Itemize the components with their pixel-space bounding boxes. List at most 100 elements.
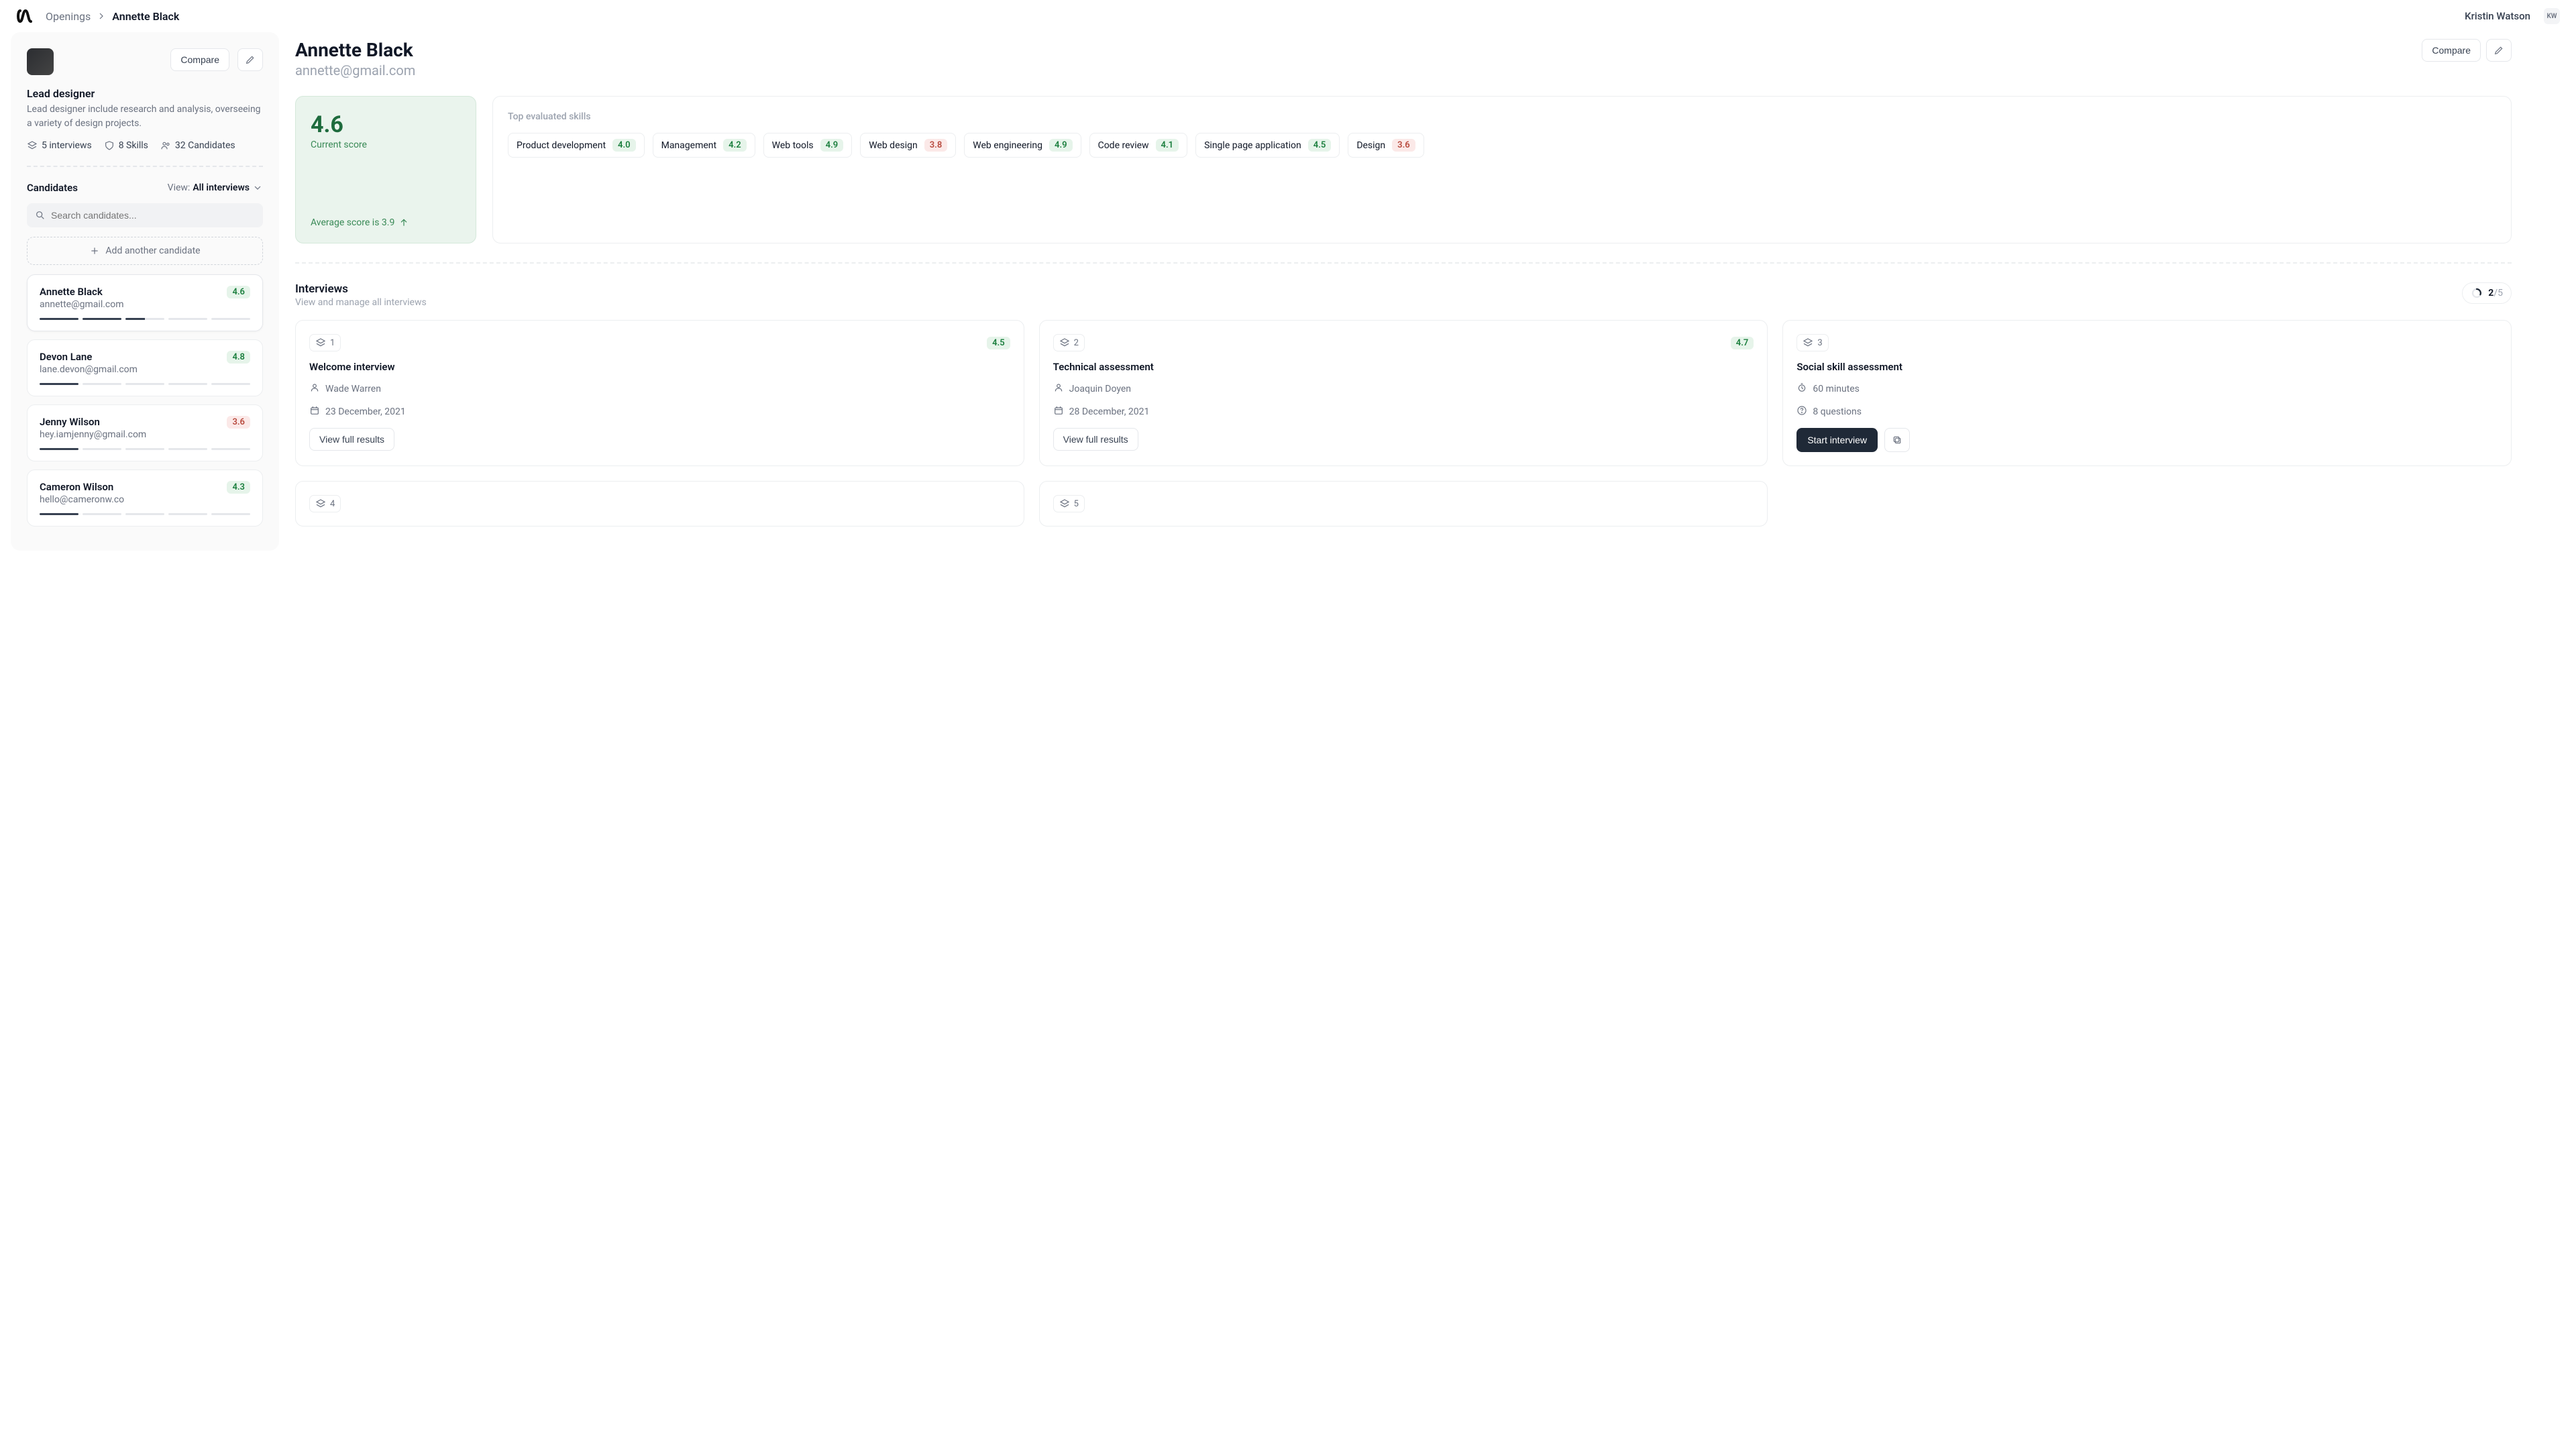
view-results-button[interactable]: View full results (1053, 428, 1138, 451)
role-description: Lead designer include research and analy… (27, 103, 263, 131)
search-input[interactable] (51, 210, 255, 221)
chevron-right-icon (96, 11, 107, 21)
user-icon (1053, 382, 1064, 396)
interview-meta-2: 28 December, 2021 (1053, 405, 1754, 419)
candidate-name: Cameron Wilson (40, 481, 124, 493)
pencil-icon (245, 54, 256, 65)
candidate-card[interactable]: Cameron Wilsonhello@cameronw.co 4.3 (27, 470, 263, 527)
skill-label: Design (1356, 140, 1385, 151)
interview-meta-2: 23 December, 2021 (309, 405, 1010, 419)
progress-ring-icon (2471, 287, 2483, 299)
stat-skills: 8 Skills (104, 140, 148, 151)
breadcrumb: Openings Annette Black (46, 10, 179, 23)
score-card: 4.6 Current score Average score is 3.9 (295, 96, 476, 243)
interview-number: 5 (1053, 495, 1085, 512)
score-badge: 4.9 (820, 139, 844, 152)
add-candidate-button[interactable]: Add another candidate (27, 237, 263, 265)
candidate-email: annette@gmail.com (40, 299, 124, 310)
candidate-email: hey.iamjenny@gmail.com (40, 429, 146, 440)
candidate-card[interactable]: Jenny Wilsonhey.iamjenny@gmail.com3.6 (27, 404, 263, 461)
pencil-icon (2493, 45, 2504, 56)
chevron-down-icon (252, 182, 263, 193)
page-title: Annette Black (295, 39, 415, 61)
skill-chip[interactable]: Design 3.6 (1348, 133, 1424, 158)
progress-bars (40, 513, 250, 515)
shield-icon (104, 140, 115, 151)
interview-number: 4 (309, 495, 341, 512)
current-user-name[interactable]: Kristin Watson (2465, 10, 2530, 22)
user-icon (309, 382, 320, 396)
score-badge: 3.6 (1392, 139, 1415, 152)
candidate-card[interactable]: Annette Blackannette@gmail.com4.6 (27, 274, 263, 331)
skill-chip[interactable]: Web engineering4.9 (964, 133, 1081, 158)
sidebar: Compare Lead designer Lead designer incl… (11, 32, 279, 551)
interviews-heading: Interviews (295, 282, 427, 296)
skill-chip[interactable]: Code review4.1 (1089, 133, 1188, 158)
progress-bars (40, 448, 250, 450)
average-score-label: Average score is 3.9 (311, 217, 461, 228)
role-title: Lead designer (27, 87, 263, 100)
breadcrumb-root[interactable]: Openings (46, 10, 91, 23)
search-candidates[interactable] (27, 203, 263, 227)
candidate-name: Annette Black (40, 286, 124, 298)
candidate-email: hello@cameronw.co (40, 494, 124, 505)
interview-number: 3 (1796, 334, 1828, 351)
current-score-value: 4.6 (311, 111, 461, 138)
start-interview-button[interactable]: Start interview (1796, 428, 1878, 452)
candidates-heading: Candidates (27, 182, 78, 194)
skill-chip[interactable]: Web tools 4.9 (763, 133, 853, 158)
avatar[interactable]: KW (2544, 8, 2560, 24)
candidate-email: annette@gmail.com (295, 62, 415, 78)
interviews-subtitle: View and manage all interviews (295, 297, 427, 308)
interview-title: Welcome interview (309, 361, 1010, 373)
current-score-label: Current score (311, 140, 461, 150)
clock-icon (1796, 382, 1807, 396)
skill-label: Web tools (772, 140, 814, 151)
edit-button[interactable] (237, 48, 263, 71)
progress-bars (40, 318, 250, 320)
compare-button[interactable]: Compare (170, 48, 229, 71)
skill-label: Single page application (1204, 140, 1301, 151)
score-badge: 4.9 (1049, 139, 1073, 152)
breadcrumb-current: Annette Black (112, 10, 179, 23)
interview-card: 4 (295, 481, 1024, 527)
interview-number: 1 (309, 334, 341, 351)
skill-chip[interactable]: Management4.2 (653, 133, 755, 158)
score-badge: 4.7 (1731, 337, 1754, 349)
view-results-button[interactable]: View full results (309, 428, 394, 451)
plus-icon (89, 245, 100, 256)
score-badge: 4.8 (227, 351, 250, 364)
skills-heading: Top evaluated skills (508, 111, 2496, 122)
skill-label: Management (661, 140, 716, 151)
skill-label: Code review (1098, 140, 1149, 151)
interview-number: 2 (1053, 334, 1085, 351)
arrow-up-icon (398, 217, 409, 228)
candidate-email: lane.devon@gmail.com (40, 364, 138, 375)
help-icon (1796, 405, 1807, 419)
interview-card: 1 4.5 Welcome interview Wade Warren 23 Decem… (295, 320, 1024, 466)
interview-progress: 2/5 (2462, 282, 2512, 304)
skill-chip[interactable]: Single page application4.5 (1195, 133, 1340, 158)
score-badge: 4.0 (612, 139, 636, 152)
skill-label: Web design (869, 140, 918, 151)
view-filter[interactable]: View: All interviews (168, 182, 263, 193)
score-badge: 3.6 (227, 416, 250, 429)
skill-chip[interactable]: Product development4.0 (508, 133, 645, 158)
copy-button[interactable] (1884, 428, 1910, 452)
interview-card: 5 (1039, 481, 1768, 527)
candidate-card[interactable]: Devon Lanelane.devon@gmail.com 4.8 (27, 339, 263, 396)
stack-icon (27, 140, 38, 151)
compare-button[interactable]: Compare (2422, 39, 2481, 62)
skill-chip[interactable]: Web design 3.8 (860, 133, 956, 158)
stat-interviews: 5 interviews (27, 140, 92, 151)
score-badge: 4.3 (227, 481, 250, 494)
interview-meta-1: 60 minutes (1796, 382, 2498, 396)
search-icon (35, 210, 46, 221)
stat-candidates: 32 Candidates (160, 140, 235, 151)
edit-button[interactable] (2486, 39, 2512, 62)
app-logo[interactable] (16, 8, 39, 24)
score-badge: 3.8 (924, 139, 948, 152)
interview-meta-1: Wade Warren (309, 382, 1010, 396)
score-badge: 4.5 (987, 337, 1010, 349)
candidate-name: Devon Lane (40, 351, 138, 363)
